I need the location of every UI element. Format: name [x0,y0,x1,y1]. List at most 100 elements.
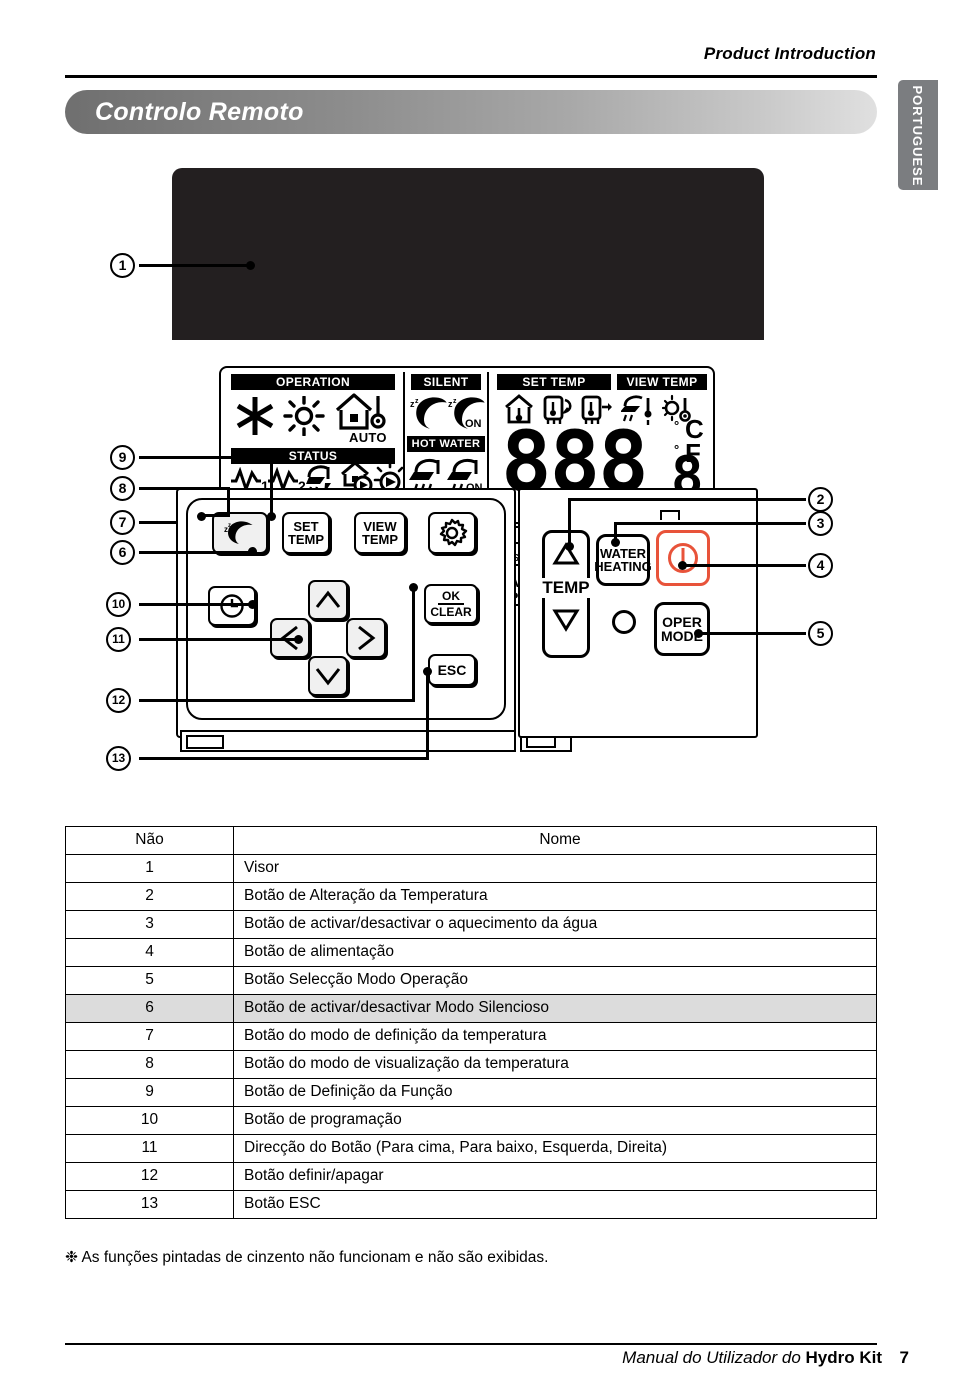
power-button[interactable] [656,530,710,586]
view-temp-button-line1: VIEW [363,518,397,534]
callout-13: 13 [106,746,131,771]
set-temp-button-line2: TEMP [287,532,325,547]
header-rule [65,75,877,78]
row-nome: Botão de programação [233,1106,877,1135]
chevron-right-icon [358,625,376,651]
leader-dot-6 [248,547,257,556]
temp-label: TEMP [538,578,594,598]
leader-line-5 [698,632,806,635]
table-header-no: Não [65,826,234,855]
ok-clear-button[interactable]: OK CLEAR [424,584,478,624]
esc-button[interactable]: ESC [428,654,476,686]
oper-mode-button-line1: OPER [662,613,702,630]
row-no: 13 [65,1190,234,1219]
callout-4: 4 [808,553,833,578]
table-row: 3 Botão de activar/desactivar o aquecimen… [65,910,877,939]
row-nome: Direcção do Botão (Para cima, Para baixo… [233,1134,877,1163]
table-row: 10 Botão de programação [65,1106,877,1135]
water-heating-button-line2: HEATING [594,559,652,574]
table-header-nome: Nome [233,826,877,855]
lcd-silent-on-label: ON [465,418,482,430]
lcd-auto-label: AUTO [349,430,387,445]
lcd-unit-fahrenheit: F [685,438,701,468]
table-row: 7 Botão do modo de definição da temperatu… [65,1022,877,1051]
leader-line-2-v [568,498,571,546]
svg-text:z: z [453,398,457,405]
gear-icon [439,518,468,547]
leader-dot-3 [611,538,620,547]
callout-12: 12 [106,688,131,713]
table-row: 1 Visor [65,854,877,883]
table-row: 2 Botão de Alteração da Temperatura [65,882,877,911]
lcd-degree-c-symbol: ° [674,418,680,433]
leader-dot-10 [248,600,257,609]
leader-line-10 [139,603,256,606]
leader-line-6 [139,551,256,554]
table-row: 8 Botão do modo de visualização da temper… [65,1050,877,1079]
moon-sleep-icon: z z [224,521,253,545]
row-no: 11 [65,1134,234,1163]
leader-dot-2 [565,542,574,551]
row-no: 9 [65,1078,234,1107]
nav-up-button[interactable] [308,580,348,620]
lcd-silent-header: SILENT [411,374,481,390]
leader-line-8-v [227,487,230,515]
footer-rule [65,1343,877,1345]
parts-table: Não Nome 1 Visor 2 Botão de Alteração da T… [65,826,877,1219]
remote-body-top [172,168,764,326]
callout-11: 11 [106,627,131,652]
leader-line-7 [139,521,178,524]
water-heating-button-line1: WATER [600,545,646,561]
water-heating-button[interactable]: WATER HEATING [594,534,652,586]
leader-line-12 [139,699,415,702]
row-nome: Botão definir/apagar [233,1162,877,1191]
callout-7: 7 [110,510,135,535]
leader-dot-1 [246,261,255,270]
table-body: 1 Visor 2 Botão de Alteração da Temperatur… [65,854,877,1219]
leader-line-8 [139,487,230,490]
row-no: 8 [65,1050,234,1079]
leader-dot-12 [409,583,418,592]
leader-line-1 [139,264,251,267]
clock-icon [220,594,244,618]
nav-down-button[interactable] [308,656,348,696]
chevron-up-icon [315,590,341,608]
footer-title-italic: Manual do Utilizador do [622,1348,806,1367]
callout-6: 6 [110,540,135,565]
page-header: Product Introduction [0,0,954,80]
moon-sleep-icon: z z [410,397,447,429]
row-nome: Visor [233,854,877,883]
lcd-degree-f-symbol: ° [674,442,680,457]
leader-line-11 [139,638,300,641]
footnote: ❉ As funções pintadas de cinzento não fu… [65,1249,549,1266]
triangle-down-icon [552,609,580,632]
parts-table-wrapper: Não Nome 1 Visor 2 Botão de Alteração da T… [65,826,877,1219]
svg-text:z: z [228,523,231,529]
row-nome: Botão do modo de visualização da tempera… [233,1050,877,1079]
table-row: 4 Botão de alimentação [65,938,877,967]
oper-mode-button[interactable]: OPER MODE [654,602,710,656]
row-no: 12 [65,1162,234,1191]
set-temp-button[interactable]: SET TEMP [282,512,330,554]
row-nome: Botão Selecção Modo Operação [233,966,877,995]
lcd-operation-header: OPERATION [231,374,395,390]
footer-title: Manual do Utilizador do Hydro Kit [622,1348,882,1368]
table-row: 13 Botão ESC [65,1190,877,1219]
table-header-row: Não Nome [65,826,877,855]
row-nome: Botão de alimentação [233,938,877,967]
house-thermometer-icon [335,393,386,430]
esc-button-label: ESC [437,661,467,678]
page-number: 7 [899,1348,909,1367]
chevron-down-icon [315,668,341,686]
callout-9: 9 [110,445,135,470]
table-row: 5 Botão Selecção Modo Operação [65,966,877,995]
leader-line-13-v [426,670,429,760]
row-no: 6 [65,994,234,1023]
row-no: 2 [65,882,234,911]
callout-2: 2 [808,487,833,512]
function-setting-button[interactable] [428,512,476,554]
view-temp-button[interactable]: VIEW TEMP [354,512,406,554]
nav-right-button[interactable] [346,618,386,658]
silent-mode-button[interactable]: z z [212,512,268,554]
row-nome: Botão ESC [233,1190,877,1219]
